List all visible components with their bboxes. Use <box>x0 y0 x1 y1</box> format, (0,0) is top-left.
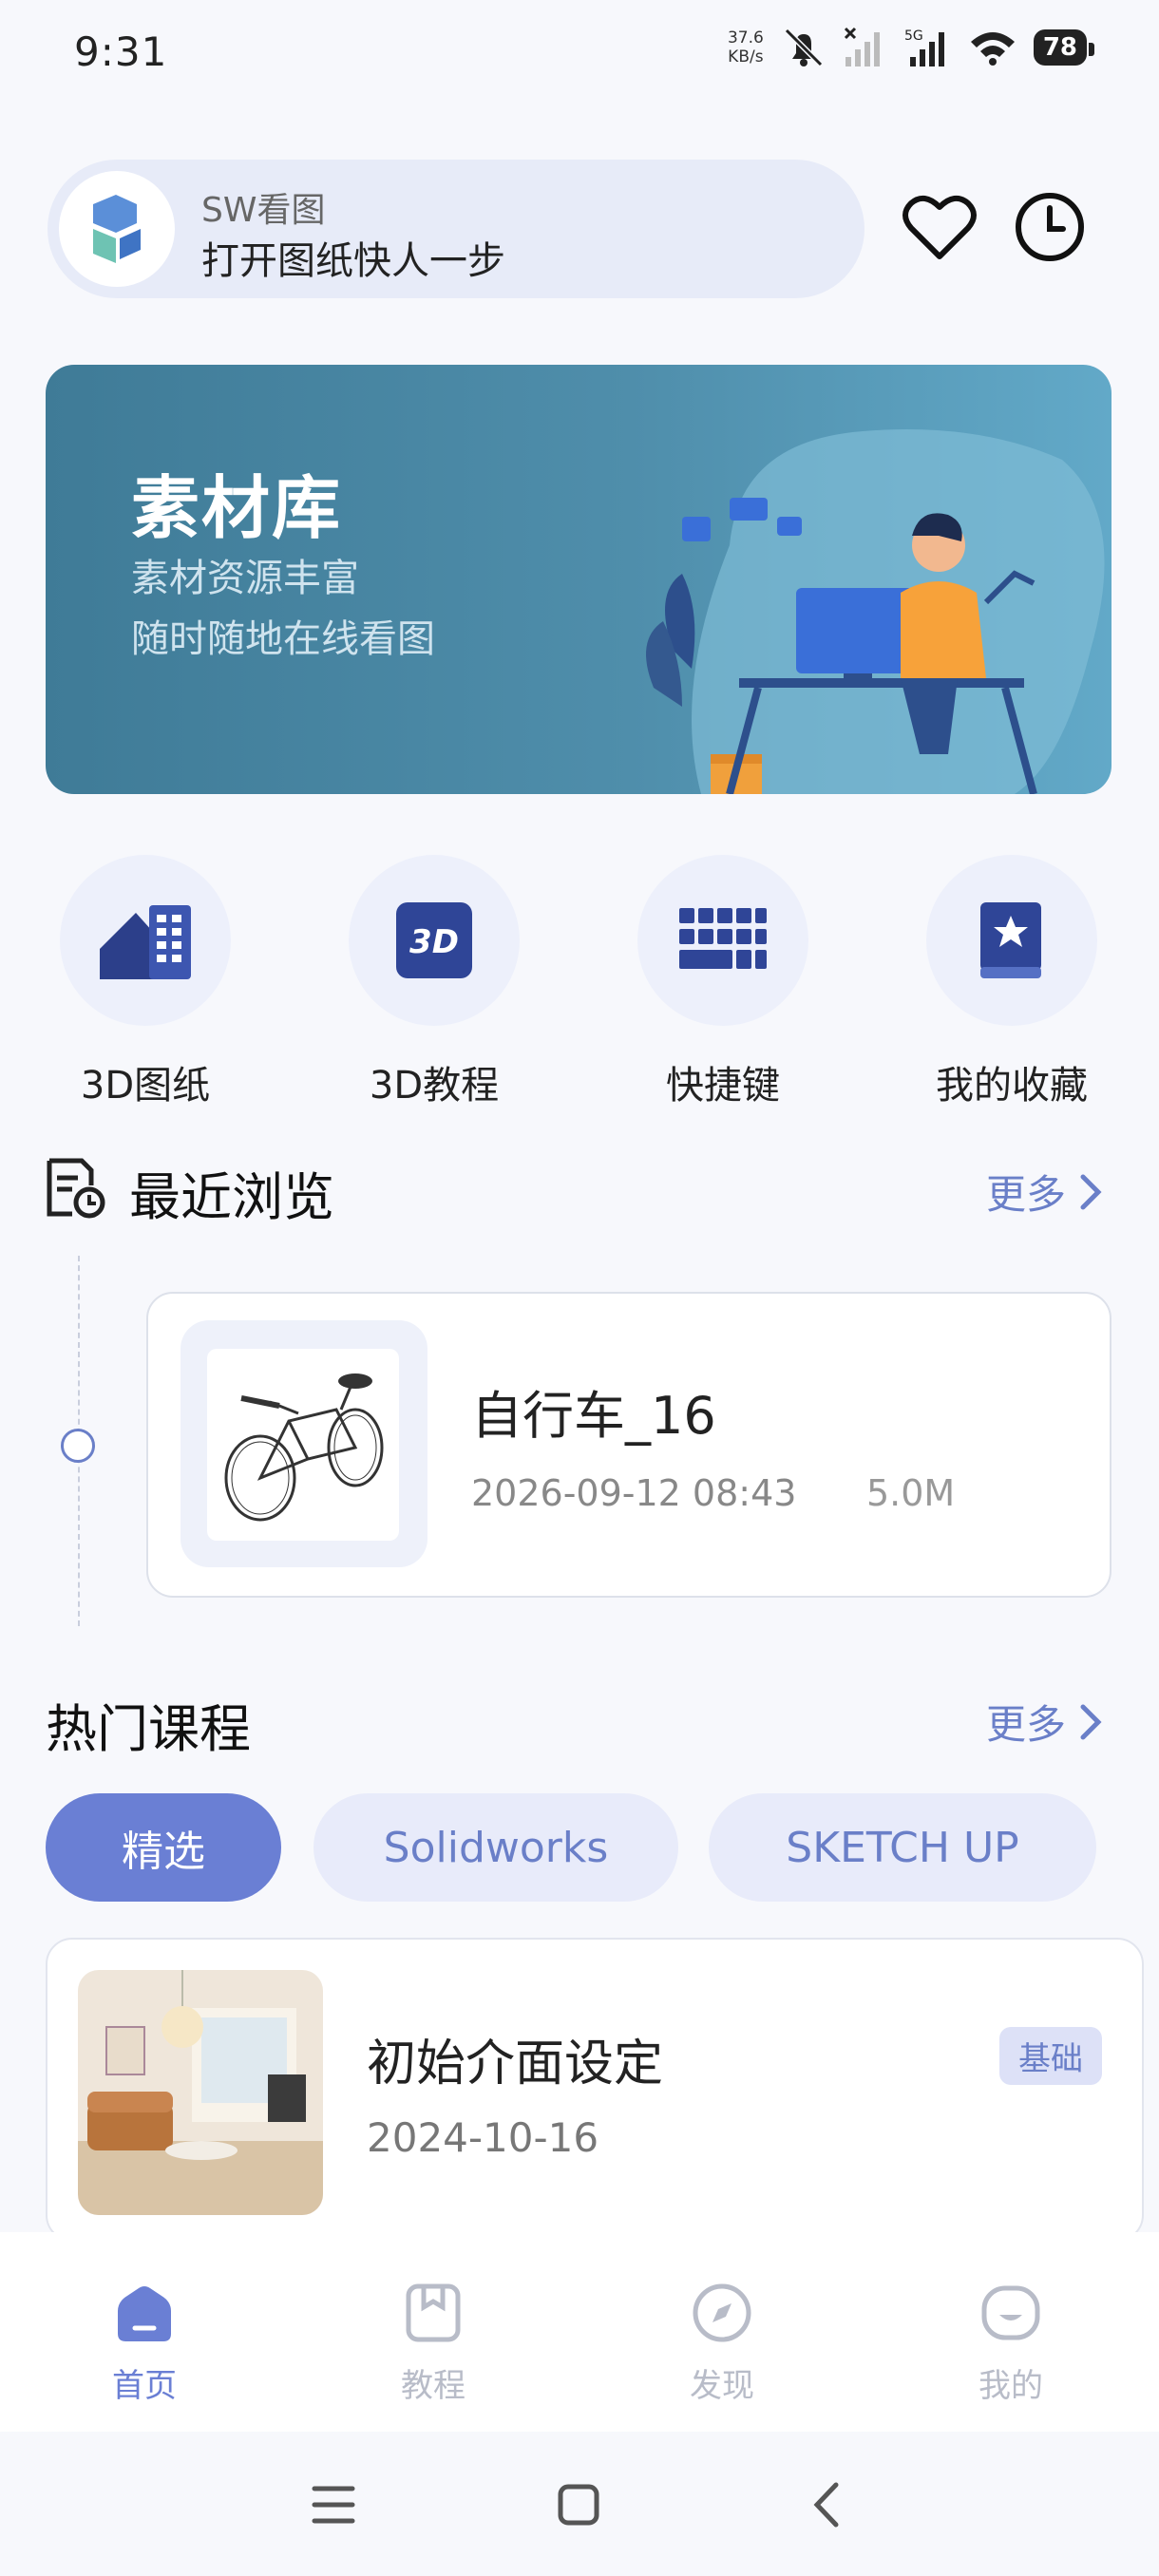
system-nav-bar <box>0 2432 1159 2576</box>
recent-file-name: 自行车_16 <box>471 1386 716 1446</box>
quick-entry-label: 快捷键 <box>666 1064 780 1108</box>
nav-profile[interactable]: 我的 <box>916 2280 1106 2406</box>
file-thumbnail <box>207 1349 399 1541</box>
tab-featured[interactable]: 精选 <box>46 1793 281 1902</box>
course-thumbnail <box>78 1970 323 2215</box>
quick-entry-label: 3D教程 <box>369 1064 500 1108</box>
clock-icon[interactable] <box>1011 188 1089 266</box>
keyboard-icon <box>637 855 808 1026</box>
menu-icon[interactable] <box>312 2485 355 2525</box>
course-title: 初始介面设定 <box>367 2036 664 2093</box>
nav-label: 首页 <box>112 2367 177 2405</box>
chevron-right-icon <box>1080 1704 1102 1739</box>
recent-file-size: 5.0M <box>866 1472 956 1514</box>
tab-solidworks[interactable]: Solidworks <box>314 1793 678 1902</box>
nav-discover[interactable]: 发现 <box>627 2280 817 2406</box>
more-label: 更多 <box>986 1171 1067 1218</box>
heart-icon[interactable] <box>901 188 978 266</box>
nav-tutorial[interactable]: 教程 <box>338 2280 528 2406</box>
quick-entry-shortcuts[interactable]: 快捷键 <box>623 855 823 1109</box>
nav-home[interactable]: 首页 <box>49 2280 239 2406</box>
timeline-dot <box>61 1429 95 1463</box>
quick-entry-3d-tutorial[interactable]: 3D 3D教程 <box>334 855 534 1109</box>
course-date: 2024-10-16 <box>367 2114 599 2161</box>
quick-entry-3d-drawings[interactable]: 3D图纸 <box>46 855 245 1109</box>
bicycle-icon <box>224 1373 384 1522</box>
net-speed-value: 37.6 <box>727 28 764 47</box>
nav-label: 教程 <box>401 2367 466 2405</box>
net-speed-unit: KB/s <box>728 47 764 66</box>
nav-label: 发现 <box>690 2367 754 2405</box>
back-icon[interactable] <box>809 2481 844 2529</box>
quick-entry-label: 3D图纸 <box>80 1064 211 1108</box>
banner-subtitle-2: 随时随地在线看图 <box>131 617 435 661</box>
drawing-icon <box>60 855 231 1026</box>
recent-file-date: 2026-09-12 08:43 <box>471 1472 797 1514</box>
bookmark-book-icon <box>926 855 1097 1026</box>
courses-more-link[interactable]: 更多 <box>986 1693 1104 1751</box>
quick-entry-label: 我的收藏 <box>936 1064 1088 1108</box>
status-icons: 37.6 KB/s 5G 78 <box>728 27 1095 68</box>
status-time: 9:31 <box>74 28 168 75</box>
quick-entry-my-favorites[interactable]: 我的收藏 <box>912 855 1112 1109</box>
3d-tutorial-icon: 3D <box>349 855 520 1026</box>
app-logo <box>59 171 175 287</box>
courses-section-title: 热门课程 <box>46 1699 251 1759</box>
banner-subtitle-1: 素材资源丰富 <box>131 557 359 600</box>
tab-sketchup[interactable]: SKETCH UP <box>709 1793 1096 1902</box>
network-type: 5G <box>904 28 923 44</box>
home-icon <box>111 2280 178 2346</box>
b-logo-icon <box>93 195 141 263</box>
nav-label: 我的 <box>978 2367 1043 2405</box>
compass-icon <box>689 2280 755 2346</box>
app-name: SW看图 <box>201 191 326 230</box>
profile-icon <box>978 2280 1044 2346</box>
book-icon <box>400 2280 466 2346</box>
net-speed: 37.6 KB/s <box>728 28 764 66</box>
recent-section-title: 最近浏览 <box>129 1167 334 1227</box>
recent-more-link[interactable]: 更多 <box>986 1163 1104 1221</box>
banner-illustration <box>646 429 1105 794</box>
app-slogan: 打开图纸快人一步 <box>201 239 505 283</box>
home-square-icon[interactable] <box>557 2483 600 2527</box>
banner-title: 素材库 <box>131 468 343 548</box>
course-level-badge: 基础 <box>999 2027 1102 2085</box>
battery-indicator: 78 <box>1033 29 1095 66</box>
more-label: 更多 <box>986 1701 1067 1748</box>
signal-off-icon <box>844 27 880 66</box>
3d-tutorial-icon-text: 3D <box>409 923 459 961</box>
mute-bell-icon <box>784 28 823 67</box>
chevron-right-icon <box>1080 1174 1102 1209</box>
living-room-image <box>78 1970 323 2215</box>
wifi-icon <box>970 32 1015 66</box>
signal-5g-icon: 5G <box>904 28 944 66</box>
recent-history-icon <box>47 1158 105 1219</box>
